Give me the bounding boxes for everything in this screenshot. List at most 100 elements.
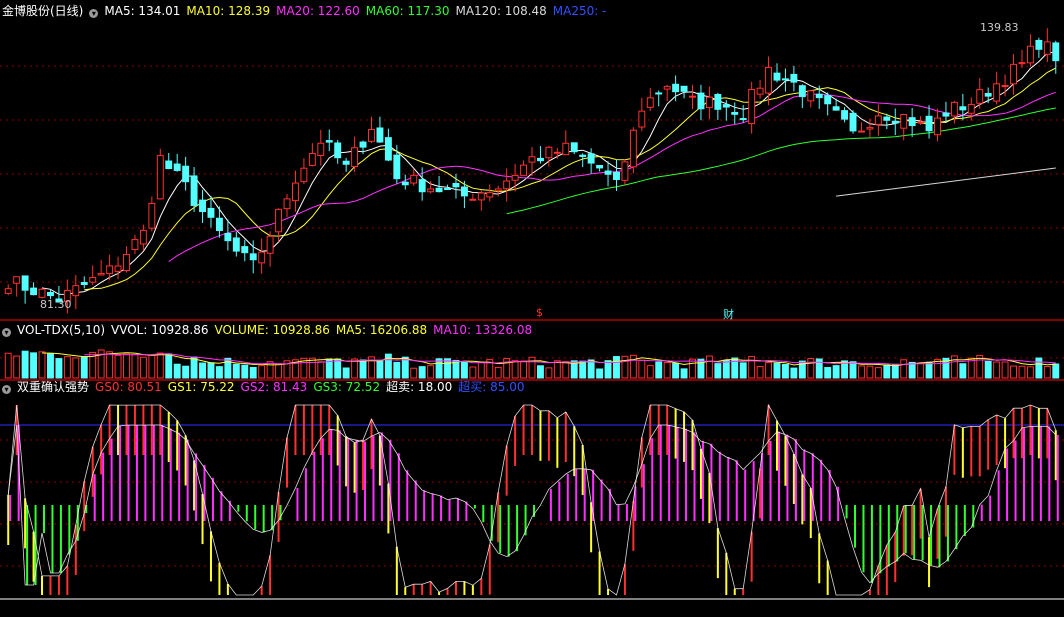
candle-body	[1026, 45, 1034, 64]
volume-bar	[38, 351, 46, 379]
candle-body	[503, 180, 511, 190]
candlesticks[interactable]	[4, 28, 1060, 314]
candle-body	[705, 96, 713, 109]
candle-body	[621, 161, 629, 181]
candle-body	[427, 188, 435, 193]
volume-bar	[114, 354, 122, 379]
candle-body	[1043, 41, 1051, 55]
candle-body	[629, 129, 637, 168]
candle-body	[317, 142, 325, 156]
volume-bar	[494, 366, 502, 379]
candle-body	[984, 93, 992, 97]
ma5-value: MA5: 134.01	[104, 4, 181, 18]
volume-bar	[1043, 365, 1051, 379]
vvol-value: VVOL: 10928.86	[111, 323, 209, 337]
candle-body	[469, 198, 477, 201]
ma60-value: MA60: 117.30	[365, 4, 450, 18]
volume-bar	[308, 357, 316, 379]
stock-chart[interactable]	[0, 0, 1064, 617]
candle-body	[824, 95, 832, 105]
volume-bar	[832, 365, 840, 379]
candle-body	[536, 157, 544, 162]
volume-bar	[418, 366, 426, 379]
volume-bar	[156, 352, 164, 379]
candle-body	[1018, 62, 1026, 65]
candle-body	[604, 170, 612, 175]
volume-bar	[596, 368, 604, 379]
volume-bar	[984, 360, 992, 379]
candle-body	[148, 202, 156, 229]
volume-bar	[604, 360, 612, 379]
candle-body	[266, 235, 274, 254]
candle-body	[444, 187, 451, 190]
volume-bar	[1052, 363, 1060, 379]
candle-body	[663, 85, 671, 90]
volume-bar	[190, 356, 198, 379]
volume-bar	[655, 361, 663, 379]
volume-bar	[359, 359, 367, 379]
candle-body	[638, 110, 646, 128]
volume-bar	[638, 359, 646, 379]
candle-body	[950, 101, 958, 117]
candle-body	[249, 253, 257, 261]
settings-dot-icon[interactable]: ▾	[2, 385, 11, 394]
volume-bar	[334, 358, 342, 379]
settings-dot-icon[interactable]: ▾	[2, 328, 11, 337]
dividend-marker-icon[interactable]: $	[536, 306, 543, 319]
candle-body	[72, 285, 80, 297]
candle-body	[655, 92, 663, 95]
candle-body	[765, 66, 773, 94]
volume-bar	[536, 365, 544, 379]
candle-body	[891, 120, 899, 124]
indicator-title: 双重确认强势	[17, 380, 90, 394]
volume-bar	[689, 358, 696, 379]
ma10-value: MA10: 128.39	[186, 4, 271, 18]
candle-body	[452, 183, 460, 188]
vol-title: VOL-TDX(5,10)	[17, 323, 106, 337]
candle-body	[123, 253, 130, 272]
volume-bar	[646, 365, 654, 379]
volume-bar	[393, 361, 401, 379]
candle-body	[553, 151, 561, 154]
volume-bar	[13, 355, 21, 379]
volume-bar	[858, 365, 865, 379]
candle-body	[342, 160, 350, 165]
volume-bar	[199, 362, 206, 379]
volume-bar	[781, 363, 789, 379]
candle-body	[798, 85, 806, 98]
candle-body	[1035, 39, 1043, 50]
candle-body	[89, 276, 97, 283]
settings-dot-icon[interactable]: ▾	[89, 9, 99, 18]
candle-body	[934, 117, 941, 136]
financial-report-marker-icon[interactable]: 财	[723, 306, 734, 322]
volume-bar	[959, 363, 967, 379]
candle-body	[1010, 63, 1017, 85]
candle-body	[781, 78, 789, 81]
candle-body	[460, 186, 468, 197]
volume-bar	[722, 359, 730, 379]
candle-body	[232, 237, 240, 252]
candle-body	[722, 104, 730, 108]
volume-bar	[917, 362, 925, 379]
candle-body	[680, 85, 688, 92]
candle-body	[528, 156, 536, 163]
volume-bar	[351, 358, 359, 379]
volume-bar	[739, 362, 747, 379]
candle-body	[613, 171, 620, 181]
volume-bar	[714, 363, 722, 379]
ma20-value: MA20: 122.60	[276, 4, 360, 18]
gs2-value: GS2: 81.43	[240, 380, 308, 394]
volume-bar	[883, 364, 891, 379]
volume-bar	[1010, 365, 1017, 379]
low-price-label: 81.30	[40, 298, 72, 311]
volume-bar	[993, 361, 1001, 379]
candle-body	[359, 141, 367, 148]
volume-bar	[30, 352, 38, 379]
volume-bar	[106, 351, 114, 379]
volume-bar	[824, 367, 832, 379]
volume-bar	[148, 354, 156, 379]
volume-bar	[900, 359, 908, 379]
candle-body	[30, 287, 38, 296]
candle-body	[874, 115, 882, 125]
volume-bar	[241, 364, 249, 379]
